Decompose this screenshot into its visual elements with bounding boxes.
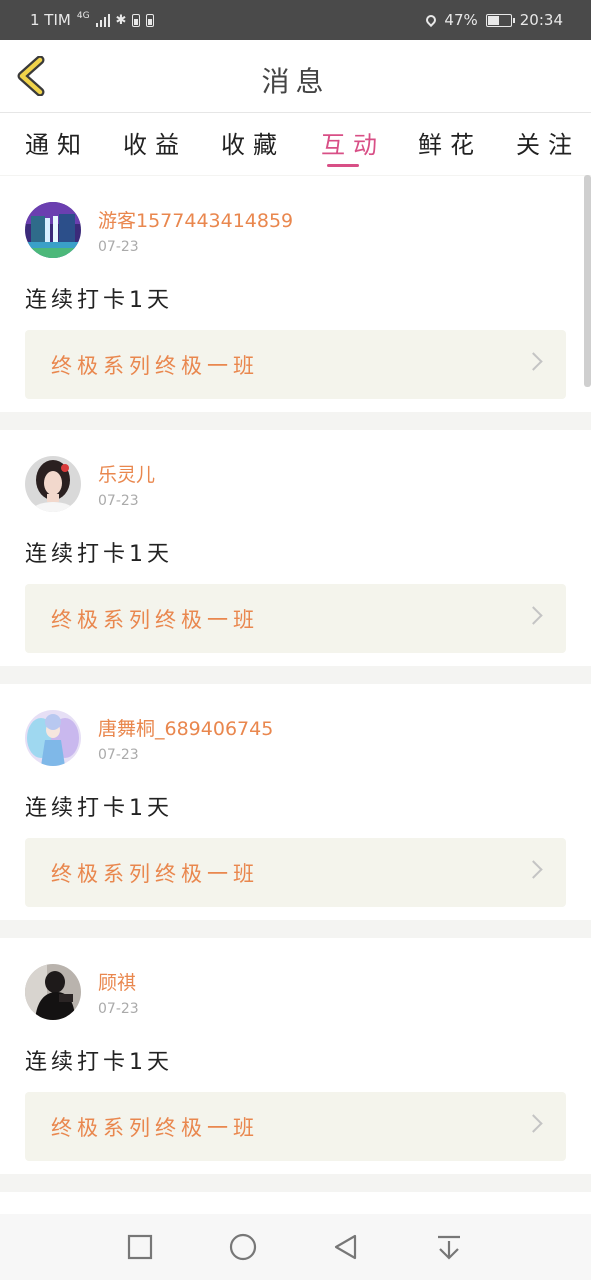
- chevron-right-icon: [524, 606, 543, 625]
- signal-icon: [95, 13, 110, 27]
- message-card: 顾祺 07-23 连续打卡1天 终极系列终极一班: [0, 938, 591, 1174]
- silhouette-avatar-image: [25, 964, 81, 1020]
- network-label: 4G: [76, 11, 90, 21]
- active-tab-indicator: [327, 164, 359, 167]
- tab-flowers[interactable]: 鲜花: [418, 125, 482, 160]
- chevron-right-icon: [524, 1114, 543, 1133]
- home-button[interactable]: [228, 1232, 258, 1262]
- header: 消息: [0, 40, 591, 113]
- tab-following[interactable]: 关注: [516, 125, 580, 160]
- username[interactable]: 游客15774434148​59: [98, 206, 293, 233]
- waterfall-avatar-image: [25, 202, 81, 258]
- class-link-label: 终极系列终极一班: [51, 862, 259, 886]
- class-link[interactable]: 终极系列终极一班: [25, 584, 566, 653]
- class-link[interactable]: 终极系列终极一班: [25, 1092, 566, 1161]
- status-left: 1 TIM 4G ✱: [30, 11, 155, 29]
- avatar[interactable]: [25, 202, 81, 258]
- avatar[interactable]: [25, 964, 81, 1020]
- tab-bar: 通知 收益 收藏 互动 鲜花 关注: [0, 113, 591, 175]
- class-link[interactable]: 终极系列终极一班: [25, 838, 566, 907]
- scrollbar[interactable]: [584, 175, 591, 387]
- system-nav-bar: [0, 1214, 591, 1280]
- tab-favorites[interactable]: 收藏: [221, 125, 285, 160]
- message-text: 连续打卡1天: [25, 542, 173, 567]
- class-link-label: 终极系列终极一班: [51, 354, 259, 378]
- message-date: 07-23: [98, 1001, 139, 1017]
- tab-notifications[interactable]: 通知: [25, 125, 89, 160]
- tab-earnings[interactable]: 收益: [123, 125, 187, 160]
- recents-button[interactable]: [125, 1232, 155, 1262]
- notification-shade-button[interactable]: [434, 1232, 464, 1262]
- tab-interactions[interactable]: 互动: [321, 125, 385, 160]
- message-date: 07-23: [98, 747, 139, 763]
- battery-percent: 47%: [444, 11, 478, 29]
- clock: 20:34: [519, 11, 563, 29]
- battery-icon: [485, 13, 515, 27]
- message-text: 连续打卡1天: [25, 288, 173, 313]
- back-nav-button[interactable]: [331, 1232, 361, 1262]
- message-card: 唐舞桐_689406745 07-23 连续打卡1天 终极系列终极一班: [0, 684, 591, 920]
- chevron-right-icon: [524, 860, 543, 879]
- carrier-label: 1 TIM: [30, 11, 71, 29]
- avatar[interactable]: [25, 710, 81, 766]
- message-text: 连续打卡1天: [25, 1050, 173, 1075]
- avatar[interactable]: [25, 456, 81, 512]
- phone-battery-icon: [146, 13, 155, 27]
- message-card: 游客15774434148​59 07-23 连续打卡1天 终极系列终极一班: [0, 176, 591, 412]
- class-link-label: 终极系列终极一班: [51, 608, 259, 632]
- class-link[interactable]: 终极系列终极一班: [25, 330, 566, 399]
- username[interactable]: 唐舞桐_689406745: [98, 714, 273, 741]
- status-bar: 1 TIM 4G ✱ 47% 20:34: [0, 0, 591, 40]
- download-icon: [438, 1235, 460, 1260]
- message-card: 乐灵儿 07-23 连续打卡1天 终极系列终极一班: [0, 430, 591, 666]
- anime-avatar-image: [25, 710, 81, 766]
- message-text: 连续打卡1天: [25, 796, 173, 821]
- message-card-partial: [0, 1192, 591, 1214]
- username[interactable]: 顾祺: [98, 968, 136, 995]
- message-date: 07-23: [98, 239, 139, 255]
- circle-icon: [229, 1233, 257, 1261]
- triangle-back-icon: [334, 1234, 357, 1260]
- username[interactable]: 乐灵儿: [98, 460, 155, 487]
- square-icon: [127, 1234, 153, 1260]
- vibrate-icon: [132, 13, 141, 27]
- class-link-label: 终极系列终极一班: [51, 1116, 259, 1140]
- location-icon: [424, 12, 439, 28]
- status-right: 47% 20:34: [424, 11, 563, 29]
- message-date: 07-23: [98, 493, 139, 509]
- bluetooth-icon: ✱: [115, 12, 127, 28]
- chevron-right-icon: [524, 352, 543, 371]
- woman-avatar-image: [25, 456, 81, 512]
- page-title: 消息: [261, 65, 330, 98]
